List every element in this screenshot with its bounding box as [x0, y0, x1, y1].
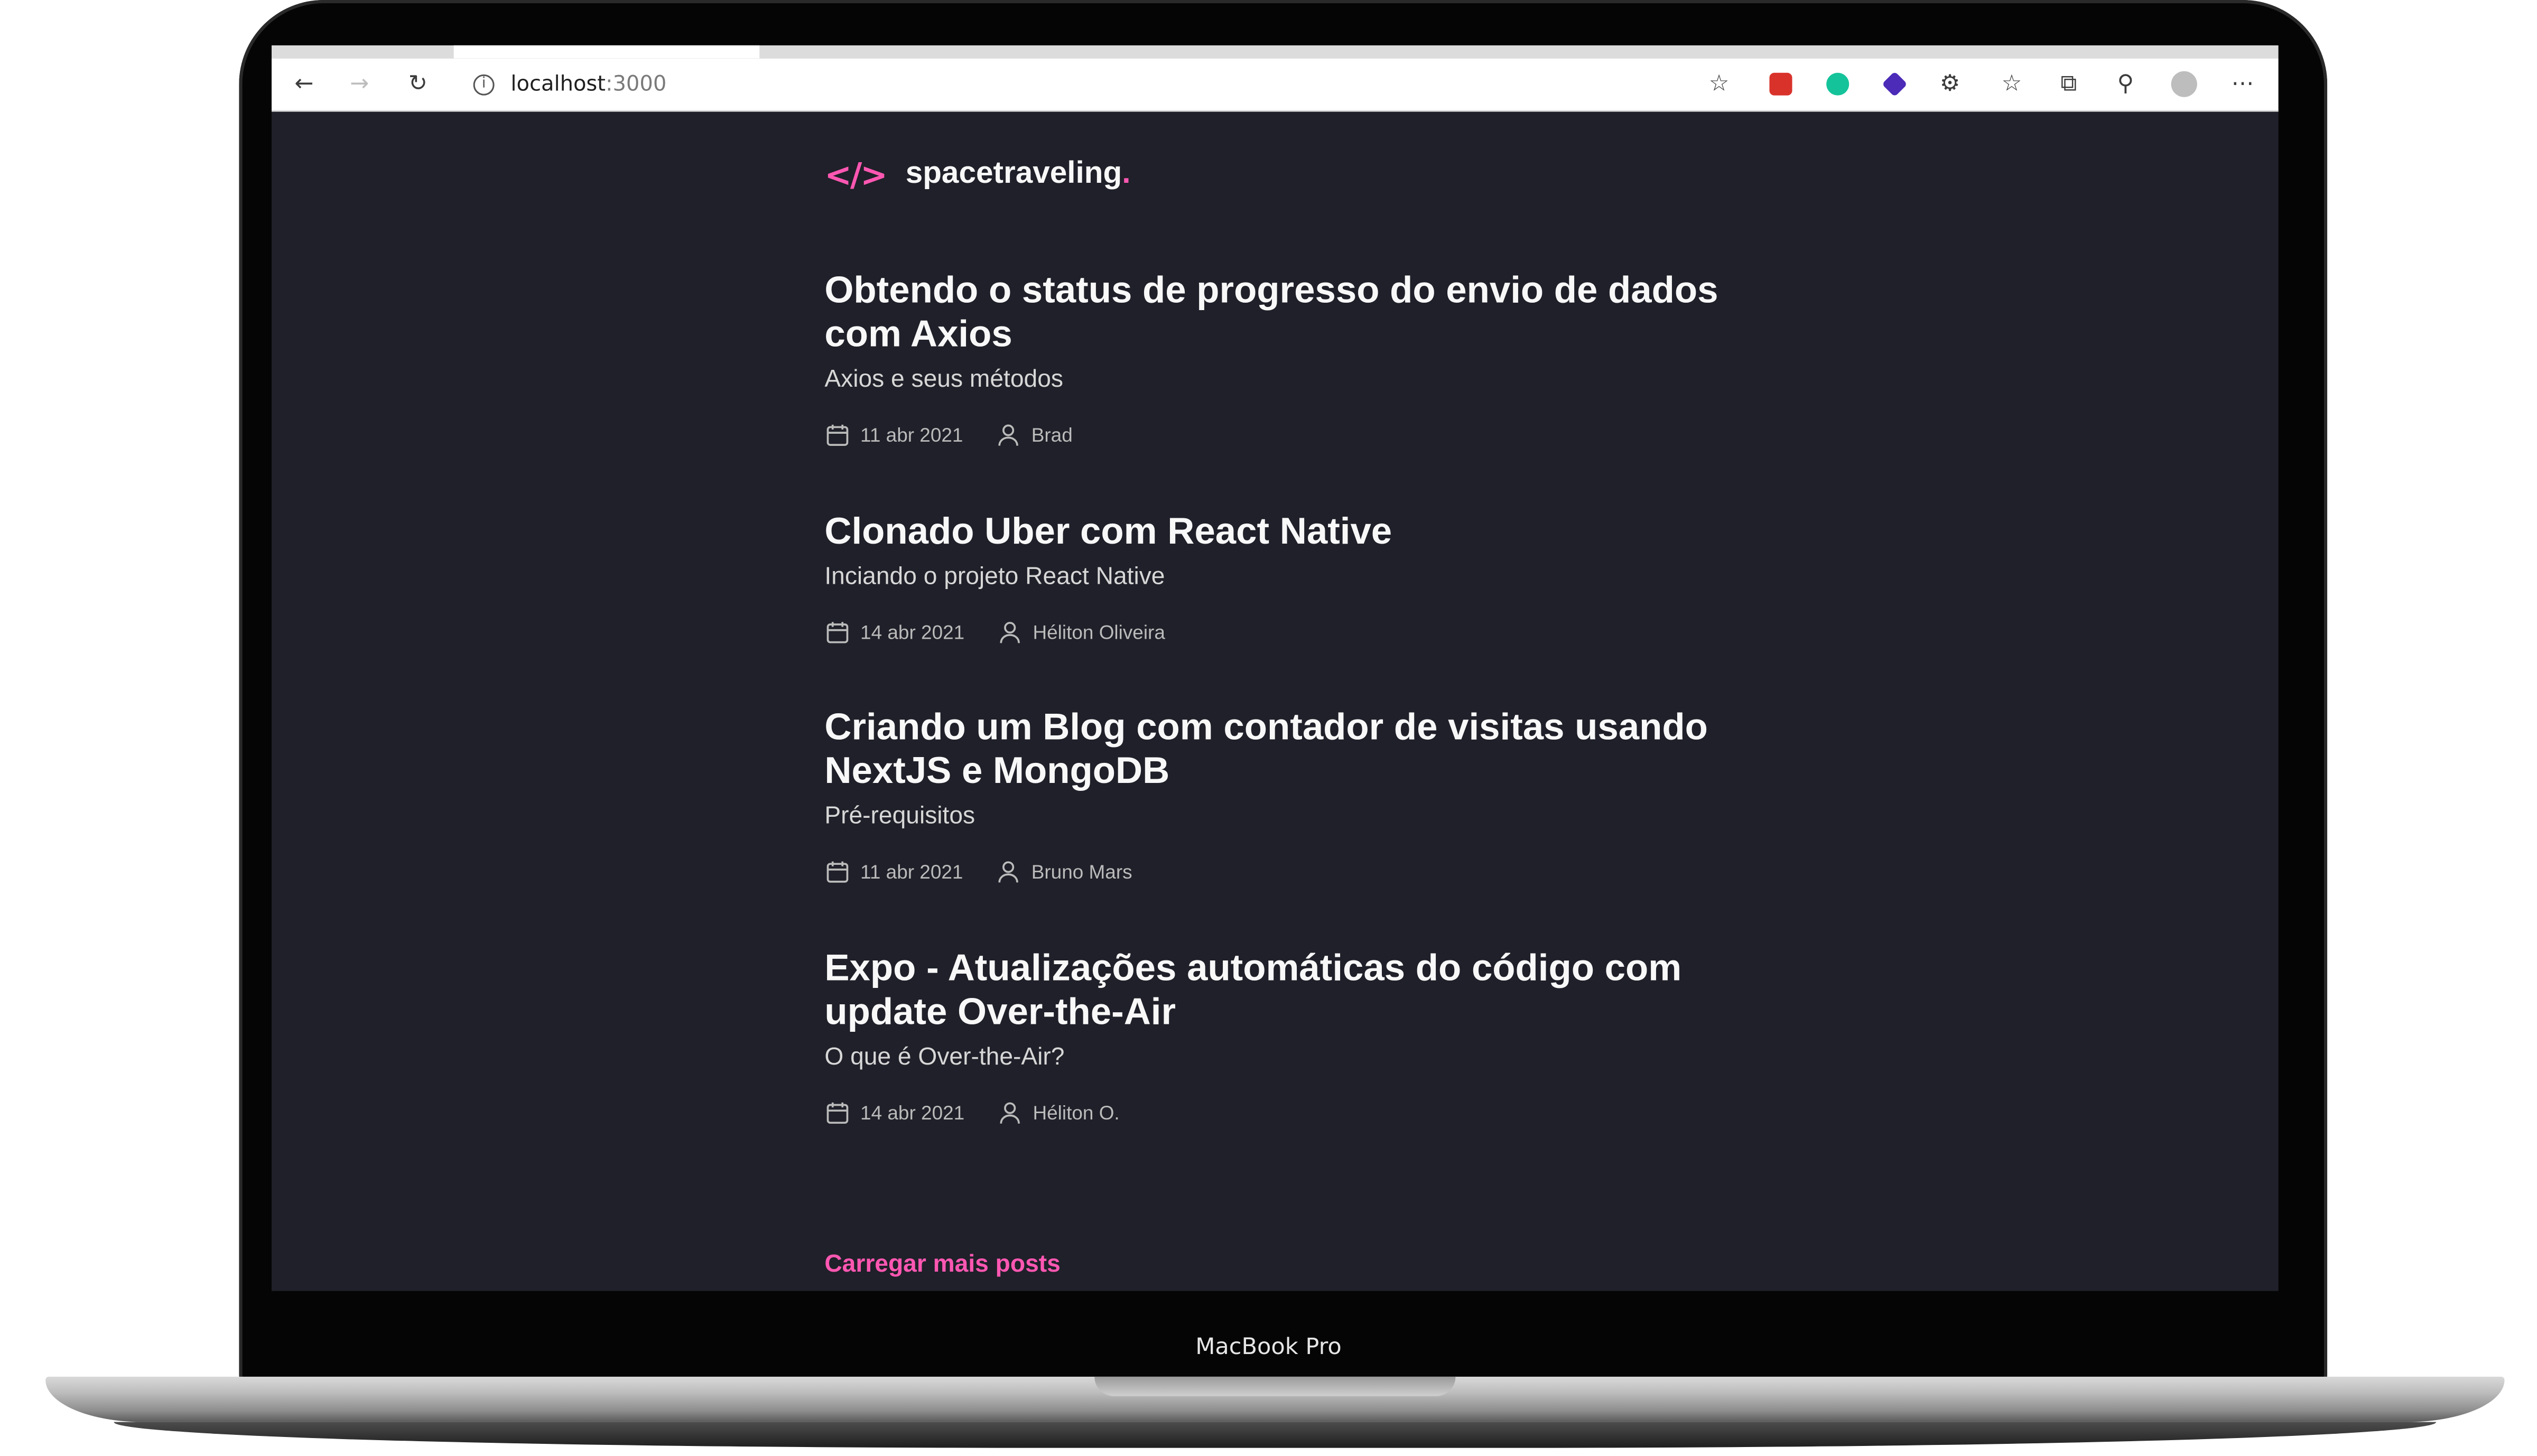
post-title[interactable]: Expo - Atualizações automáticas do códig…: [824, 946, 1735, 1033]
post-info: 14 abr 2021 Héliton Oliveira: [824, 620, 1735, 646]
site-name-dot: .: [1122, 157, 1131, 191]
favorites-icon[interactable]: ☆: [1995, 68, 2028, 100]
post-date: 11 abr 2021: [860, 861, 963, 883]
post-author: Héliton Oliveira: [1033, 621, 1165, 644]
post-author: Brad: [1031, 424, 1073, 447]
browser-toolbar: ← → ↻ i localhost:3000 ☆ ⚙ ☆ ⧉ ⚲ ⋯: [271, 58, 2279, 112]
post-item[interactable]: Criando um Blog com contador de visitas …: [824, 705, 1735, 885]
tab-strip: [271, 45, 2279, 59]
calendar-icon: [826, 424, 849, 446]
load-more-button[interactable]: Carregar mais posts: [824, 1250, 1060, 1278]
post-info: 11 abr 2021 Brad: [824, 422, 1735, 448]
post-subtitle: O que é Over-the-Air?: [824, 1043, 1065, 1071]
user-icon: [998, 424, 1019, 446]
site-name: spacetraveling: [905, 157, 1122, 191]
url-host: localhost: [510, 72, 606, 97]
back-icon[interactable]: ←: [288, 68, 321, 100]
post-date: 14 abr 2021: [860, 621, 965, 644]
pdf-extension-icon[interactable]: [1769, 72, 1792, 96]
calendar-icon: [826, 861, 849, 883]
puzzle-icon[interactable]: ⚙: [1934, 68, 1966, 100]
add-favorite-icon[interactable]: ☆: [1703, 68, 1735, 100]
post-date: 14 abr 2021: [860, 1102, 965, 1125]
code-logo-icon: </>: [824, 155, 887, 194]
post-info: 14 abr 2021 Héliton O.: [824, 1100, 1735, 1126]
user-icon: [1000, 622, 1020, 643]
laptop-notch: [1094, 1376, 1456, 1396]
post-author: Héliton O.: [1033, 1102, 1120, 1125]
extension-icon[interactable]: [1882, 71, 1908, 97]
post-title[interactable]: Criando um Blog com contador de visitas …: [824, 705, 1735, 792]
user-icon: [1000, 1102, 1020, 1124]
tab-active[interactable]: [453, 45, 760, 59]
user-icon: [998, 861, 1019, 883]
post-item[interactable]: Obtendo o status de progresso do envio d…: [824, 268, 1735, 448]
device-label: MacBook Pro: [1195, 1334, 1342, 1361]
collections-icon[interactable]: ⧉: [2052, 68, 2085, 100]
laptop-mockup: ← → ↻ i localhost:3000 ☆ ⚙ ☆ ⧉ ⚲ ⋯ </> s…: [0, 0, 2537, 1456]
laptop-base-foot: [114, 1422, 2437, 1448]
forward-icon[interactable]: →: [343, 68, 376, 100]
address-bar[interactable]: i localhost:3000: [473, 68, 1774, 100]
browser-screen: ← → ↻ i localhost:3000 ☆ ⚙ ☆ ⧉ ⚲ ⋯ </> s…: [271, 45, 2279, 1291]
profile-icon[interactable]: [2168, 68, 2200, 100]
info-icon[interactable]: i: [473, 73, 495, 95]
grammarly-extension-icon[interactable]: [1826, 72, 1850, 96]
post-item[interactable]: Clonado Uber com React Native Inciando o…: [824, 510, 1735, 646]
post-date: 11 abr 2021: [860, 424, 963, 447]
post-subtitle: Inciando o projeto React Native: [824, 563, 1165, 591]
post-author: Bruno Mars: [1031, 861, 1132, 883]
calendar-icon: [826, 1102, 849, 1124]
share-icon[interactable]: ⚲: [2109, 68, 2142, 100]
post-title[interactable]: Obtendo o status de progresso do envio d…: [824, 268, 1735, 356]
post-subtitle: Axios e seus métodos: [824, 366, 1063, 394]
more-icon[interactable]: ⋯: [2226, 68, 2259, 100]
calendar-icon: [826, 622, 849, 643]
post-item[interactable]: Expo - Atualizações automáticas do códig…: [824, 946, 1735, 1126]
post-info: 11 abr 2021 Bruno Mars: [824, 859, 1735, 885]
reload-icon[interactable]: ↻: [402, 68, 434, 100]
post-title[interactable]: Clonado Uber com React Native: [824, 510, 1735, 554]
site-logo[interactable]: </> spacetraveling.: [824, 155, 1130, 194]
post-subtitle: Pré-requisitos: [824, 802, 975, 830]
url-port: :3000: [605, 72, 667, 97]
